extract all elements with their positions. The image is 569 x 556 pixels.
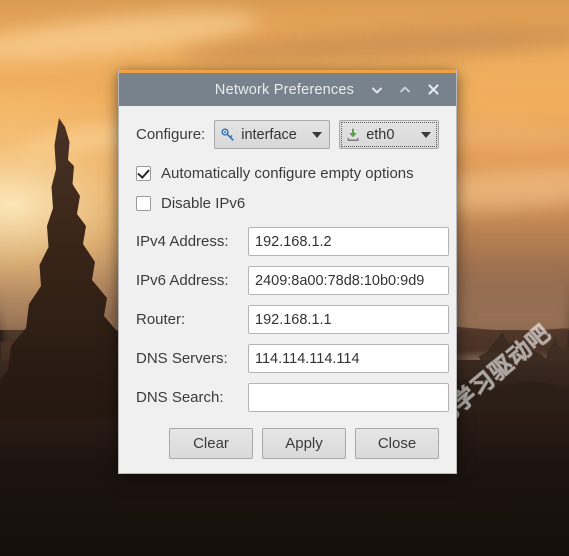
network-device-value: eth0 bbox=[366, 126, 395, 143]
download-arrow-icon bbox=[346, 128, 360, 142]
key-icon bbox=[221, 127, 235, 142]
shade-button[interactable] bbox=[364, 77, 390, 103]
ipv6-address-input[interactable] bbox=[248, 266, 449, 295]
window-titlebar[interactable]: Network Preferences bbox=[119, 70, 456, 106]
dns-servers-label: DNS Servers: bbox=[136, 350, 228, 367]
network-preferences-dialog: Network Preferences Configure: interface… bbox=[118, 70, 457, 474]
disable-ipv6-label: Disable IPv6 bbox=[161, 195, 246, 212]
ipv4-address-label: IPv4 Address: bbox=[136, 233, 229, 250]
field-row-dns-servers: DNS Servers: bbox=[136, 344, 449, 373]
auto-configure-checkbox[interactable] bbox=[136, 166, 151, 181]
field-row-ipv6: IPv6 Address: bbox=[136, 266, 449, 295]
window-controls bbox=[364, 77, 456, 103]
field-row-dns-search: DNS Search: bbox=[136, 383, 449, 412]
field-row-router: Router: bbox=[136, 305, 449, 334]
unshade-button[interactable] bbox=[392, 77, 418, 103]
clear-button[interactable]: Clear bbox=[169, 428, 253, 459]
auto-configure-label: Automatically configure empty options bbox=[161, 165, 414, 182]
option-disable-ipv6[interactable]: Disable IPv6 bbox=[136, 195, 439, 212]
close-button[interactable] bbox=[420, 77, 446, 103]
dns-search-label: DNS Search: bbox=[136, 389, 224, 406]
dialog-actions: Clear Apply Close bbox=[136, 428, 439, 459]
ipv6-address-label: IPv6 Address: bbox=[136, 272, 229, 289]
apply-button[interactable]: Apply bbox=[262, 428, 346, 459]
dns-servers-input[interactable] bbox=[248, 344, 449, 373]
window-title: Network Preferences bbox=[214, 81, 355, 98]
router-input[interactable] bbox=[248, 305, 449, 334]
options-group: Automatically configure empty options Di… bbox=[136, 165, 439, 212]
dialog-body: Configure: interface eth0 Automatically … bbox=[119, 106, 456, 473]
field-row-ipv4: IPv4 Address: bbox=[136, 227, 449, 256]
configure-label: Configure: bbox=[136, 126, 206, 143]
address-fields: IPv4 Address: IPv6 Address: Router: DNS … bbox=[136, 227, 449, 412]
configure-method-value: interface bbox=[241, 126, 297, 143]
network-device-dropdown[interactable]: eth0 bbox=[339, 120, 440, 149]
disable-ipv6-checkbox[interactable] bbox=[136, 196, 151, 211]
router-label: Router: bbox=[136, 311, 186, 328]
chevron-down-icon bbox=[421, 131, 432, 138]
option-auto-configure[interactable]: Automatically configure empty options bbox=[136, 165, 439, 182]
configure-row: Configure: interface eth0 bbox=[136, 120, 440, 149]
chevron-down-icon bbox=[312, 131, 323, 138]
configure-method-dropdown[interactable]: interface bbox=[214, 120, 331, 149]
ipv4-address-input[interactable] bbox=[248, 227, 449, 256]
dns-search-input[interactable] bbox=[248, 383, 449, 412]
close-dialog-button[interactable]: Close bbox=[355, 428, 439, 459]
